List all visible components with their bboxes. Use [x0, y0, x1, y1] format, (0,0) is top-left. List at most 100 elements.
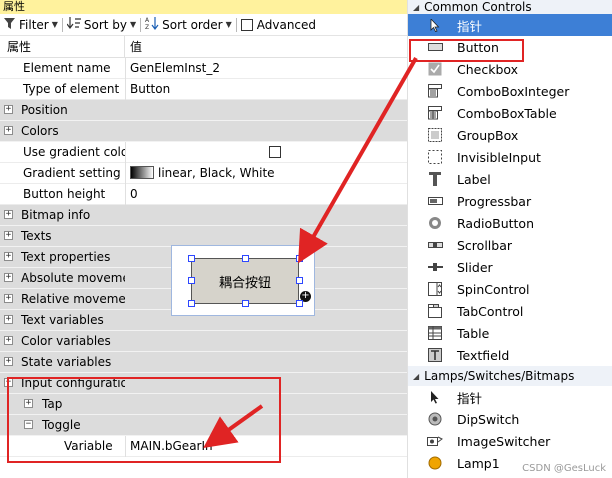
- property-row-type-of-element[interactable]: Type of element Button: [0, 78, 407, 100]
- collapse-triangle-icon: ◢: [413, 2, 420, 12]
- expand-icon[interactable]: +: [4, 231, 13, 240]
- property-value[interactable]: 0: [125, 183, 407, 205]
- resize-handle[interactable]: [242, 255, 249, 262]
- property-group-bitmap-info[interactable]: + Bitmap info: [0, 205, 407, 226]
- gradient-swatch: [130, 165, 154, 179]
- expand-icon[interactable]: +: [4, 294, 13, 303]
- textfield-icon: [427, 347, 443, 363]
- property-row-element-name[interactable]: Element name GenElemInst_2: [0, 57, 407, 79]
- toolbox-item-scrollbar[interactable]: Scrollbar: [408, 234, 612, 256]
- property-name: Color variables: [21, 333, 111, 348]
- toolbox-item-imageswitcher[interactable]: ImageSwitcher: [408, 430, 612, 452]
- toolbox-item-pointer[interactable]: 指针: [408, 14, 612, 36]
- toolbox-item-label: Textfield: [457, 347, 510, 363]
- tabcontrol-icon: [427, 303, 443, 319]
- toolbox-item-label: InvisibleInput: [457, 149, 541, 165]
- expand-icon[interactable]: +: [4, 252, 13, 261]
- toolbox-item-label: 指针: [457, 18, 483, 34]
- toolbox-item-label: Scrollbar: [457, 237, 512, 253]
- property-value[interactable]: linear, Black, White: [125, 162, 407, 184]
- property-name: Gradient setting: [23, 165, 121, 180]
- toolbox-item-label: Table: [457, 325, 490, 341]
- chevron-down-icon: ▼: [130, 20, 137, 29]
- expand-icon[interactable]: +: [4, 273, 13, 282]
- dipswitch-icon: [427, 411, 443, 427]
- toolbox-item-table[interactable]: Table: [408, 322, 612, 344]
- sort-by-label: Sort by: [83, 17, 128, 32]
- gradient-setting-value: linear, Black, White: [158, 165, 275, 180]
- expand-icon[interactable]: +: [4, 357, 13, 366]
- property-row-use-gradient[interactable]: Use gradient color: [0, 141, 407, 163]
- toolbar-separator: [140, 17, 142, 32]
- preview-button[interactable]: 耦合按钮 +: [191, 258, 311, 304]
- property-name: Position: [21, 102, 68, 117]
- expand-icon[interactable]: +: [4, 210, 13, 219]
- toolbox-item-dipswitch[interactable]: DipSwitch: [408, 408, 612, 430]
- toolbox-item-radiobutton[interactable]: RadioButton: [408, 212, 612, 234]
- toolbox-item-label: GroupBox: [457, 127, 519, 143]
- property-group-state-variables[interactable]: + State variables: [0, 352, 407, 373]
- sort-order-icon: AZ: [145, 16, 159, 33]
- resize-handle[interactable]: [296, 300, 303, 307]
- annotation-box-button-item: [409, 39, 524, 62]
- button-preview: 耦合按钮 +: [171, 245, 315, 316]
- toolbox-item-label[interactable]: Label: [408, 168, 612, 190]
- property-group-texts[interactable]: + Texts: [0, 226, 407, 247]
- property-value[interactable]: GenElemInst_2: [125, 57, 407, 79]
- scrollbar-icon: [427, 237, 443, 253]
- advanced-toggle[interactable]: Advanced: [240, 15, 316, 35]
- preview-button-label: 耦合按钮: [218, 275, 271, 291]
- toolbox-item-groupbox[interactable]: GroupBox: [408, 124, 612, 146]
- toolbox-item-label: RadioButton: [457, 215, 534, 231]
- resize-handle[interactable]: [242, 300, 249, 307]
- value-column-header: 值: [130, 40, 143, 54]
- expand-icon[interactable]: +: [4, 336, 13, 345]
- pointer-icon: [427, 389, 443, 405]
- toolbox-item-comboboxinteger[interactable]: ComboBoxInteger: [408, 80, 612, 102]
- property-row-button-height[interactable]: Button height 0: [0, 183, 407, 205]
- toolbox-item-textfield[interactable]: Textfield: [408, 344, 612, 366]
- toolbox-item-invisibleinput[interactable]: InvisibleInput: [408, 146, 612, 168]
- resize-handle[interactable]: [188, 255, 195, 262]
- property-name: Element name: [23, 60, 111, 75]
- toolbox-item-label: Checkbox: [457, 61, 519, 77]
- collapse-triangle-icon: ◢: [413, 371, 420, 381]
- property-group-position[interactable]: + Position: [0, 100, 407, 121]
- toolbar-separator: [235, 17, 237, 32]
- expand-icon[interactable]: +: [4, 126, 13, 135]
- toolbox-item-pointer-2[interactable]: 指针: [408, 386, 612, 408]
- chevron-down-icon: ▼: [225, 20, 232, 29]
- resize-handle[interactable]: [296, 277, 303, 284]
- resize-handle[interactable]: [296, 255, 303, 262]
- property-name: Colors: [21, 123, 59, 138]
- property-group-colors[interactable]: + Colors: [0, 121, 407, 142]
- advanced-checkbox[interactable]: [240, 18, 253, 31]
- checkbox-icon: [427, 61, 443, 77]
- filter-button[interactable]: Filter ▼: [4, 15, 58, 35]
- property-name: Bitmap info: [21, 207, 91, 222]
- toolbox-item-slider[interactable]: Slider: [408, 256, 612, 278]
- sort-by-button[interactable]: Sort by ▼: [66, 15, 137, 35]
- use-gradient-checkbox[interactable]: [269, 146, 281, 158]
- toolbox-item-label: DipSwitch: [457, 411, 520, 427]
- expand-icon[interactable]: +: [4, 105, 13, 114]
- property-row-gradient-setting[interactable]: Gradient setting linear, Black, White: [0, 162, 407, 184]
- toolbox-group-lamps-switches-bitmaps[interactable]: ◢ Lamps/Switches/Bitmaps: [408, 366, 612, 386]
- toolbox-item-spincontrol[interactable]: SpinControl: [408, 278, 612, 300]
- property-group-color-variables[interactable]: + Color variables: [0, 331, 407, 352]
- property-value[interactable]: Button: [125, 78, 407, 100]
- toolbox-item-label: Label: [457, 171, 491, 187]
- toolbox-item-comboboxtable[interactable]: ComboBoxTable: [408, 102, 612, 124]
- properties-toolbar: Filter ▼ Sort by ▼ AZ Sort order ▼ Advan…: [0, 14, 407, 36]
- property-name: Text variables: [21, 312, 104, 327]
- resize-handle[interactable]: [188, 300, 195, 307]
- expand-icon[interactable]: +: [4, 315, 13, 324]
- toolbox-group-common-controls[interactable]: ◢ Common Controls: [408, 0, 612, 14]
- resize-handle[interactable]: [188, 277, 195, 284]
- toolbox-item-label: ComboBoxInteger: [457, 83, 570, 99]
- toolbox-item-tabcontrol[interactable]: TabControl: [408, 300, 612, 322]
- lamp-icon: [427, 455, 443, 471]
- toolbox-item-progressbar[interactable]: Progressbar: [408, 190, 612, 212]
- sort-order-button[interactable]: AZ Sort order ▼: [145, 15, 232, 35]
- properties-title: 属性: [0, 0, 407, 14]
